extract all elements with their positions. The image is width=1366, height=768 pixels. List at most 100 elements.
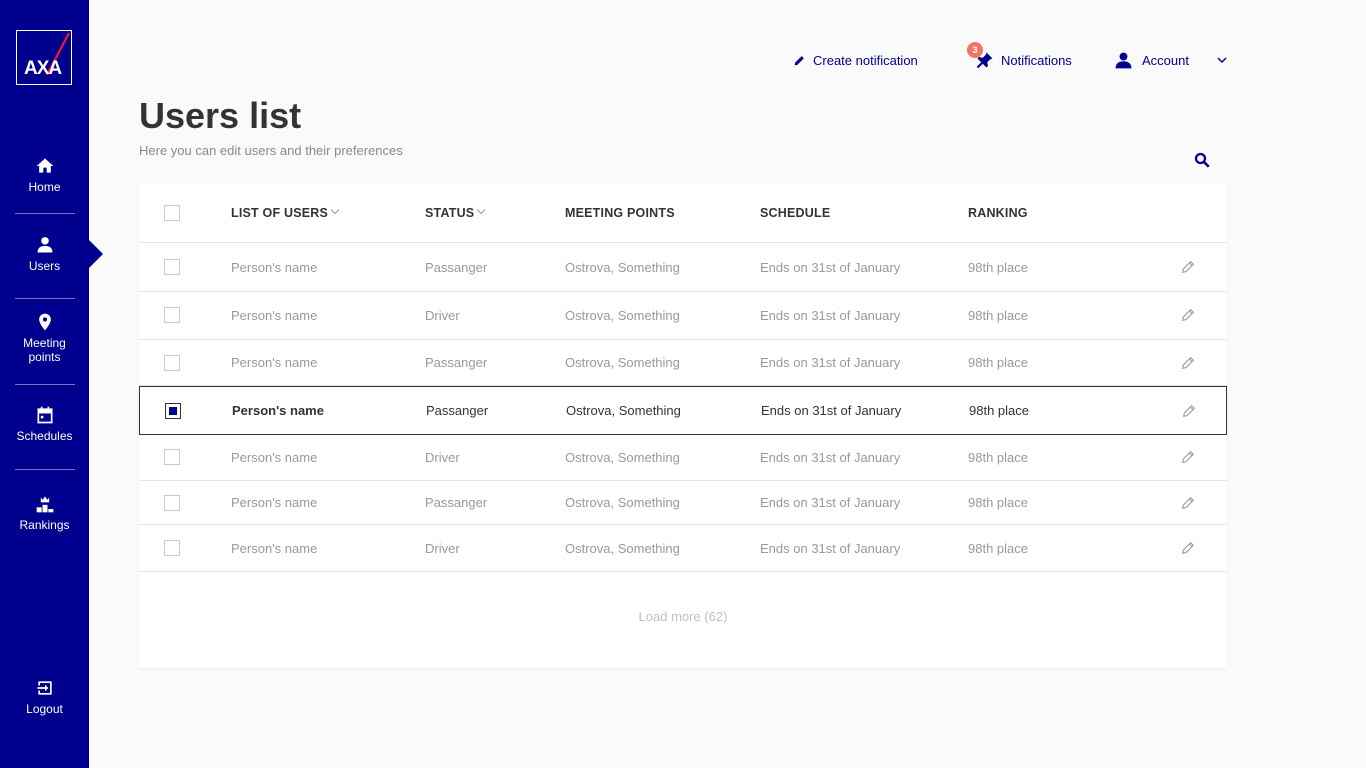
sidebar-item-label: Rankings [19,518,70,532]
user-icon [37,237,52,253]
user-name: Person's name [231,307,318,323]
sidebar-item-rankings[interactable]: Rankings [0,494,89,532]
edit-pencil-icon[interactable] [1180,495,1196,511]
location-pin-icon [38,313,51,331]
account-label: Account [1142,52,1189,68]
sidebar-item-home[interactable]: Home [0,156,89,194]
page-title: Users list [139,95,302,136]
select-all-checkbox[interactable] [164,204,180,221]
user-status: Passanger [425,495,488,510]
user-name: Person's name [232,403,324,418]
user-schedule: Ends on 31st of January [760,449,901,465]
user-name: Person's name [231,449,318,465]
column-header-status[interactable]: STATUS [425,183,486,242]
table-row[interactable]: Person's name Passanger Ostrova, Something… [139,481,1227,525]
row-checkbox[interactable] [165,402,181,419]
edit-pencil-icon[interactable] [1180,449,1196,465]
row-checkbox[interactable] [164,494,180,511]
notifications-count-badge: 3 [967,42,983,58]
logout-label: Logout [26,702,63,716]
account-user-icon [1115,52,1132,68]
calendar-icon [37,406,52,424]
table-row[interactable]: Person's name Passanger Ostrova, Something… [139,243,1227,292]
user-status: Passanger [425,259,488,275]
sidebar-item-schedules[interactable]: Schedules [0,405,89,443]
user-name: Person's name [231,355,318,370]
table-header: LIST OF USERS STATUS MEETING POINTS SCHE… [139,183,1227,243]
sort-chevron-icon[interactable] [330,205,340,214]
sidebar-divider [15,469,75,470]
column-header-meeting-points: MEETING POINTS [565,205,675,220]
table-row[interactable]: Person's name Driver Ostrova, Something End… [139,291,1227,340]
sidebar-divider [15,384,75,385]
user-status: Driver [425,449,460,465]
user-schedule: Ends on 31st of January [760,495,901,510]
sidebar-item-label: Schedules [16,429,73,443]
edit-pencil-icon[interactable] [1181,403,1197,419]
user-meeting-point: Ostrova, Something [565,449,680,465]
chevron-down-icon [1217,57,1227,64]
podium-icon [36,496,53,513]
sidebar-item-meeting-points[interactable]: Meeting points [0,312,89,364]
notifications-button[interactable]: 3 Notifications [967,42,1072,72]
user-meeting-point: Ostrova, Something [565,355,680,370]
column-header-ranking: RANKING [968,205,1028,220]
user-ranking: 98th place [968,449,1028,465]
user-schedule: Ends on 31st of January [760,355,901,370]
create-notification-button[interactable]: Create notification [793,48,918,72]
user-name: Person's name [231,540,318,556]
account-menu-button[interactable]: Account [1114,48,1228,72]
user-schedule: Ends on 31st of January [760,259,901,275]
load-more-button[interactable]: Load more (62) [139,609,1227,624]
user-ranking: 98th place [968,259,1028,275]
sidebar-divider [15,213,75,214]
column-header-label: STATUS [425,205,475,220]
sidebar-item-users[interactable]: Users [0,235,89,273]
home-icon [36,158,53,173]
user-ranking: 98th place [969,403,1029,418]
sidebar-item-label: Meeting points [23,336,66,364]
axa-logo[interactable]: AXA [16,30,72,85]
row-checkbox[interactable] [164,449,180,465]
row-checkbox[interactable] [164,259,180,275]
user-ranking: 98th place [968,355,1028,370]
active-indicator [89,240,103,268]
row-checkbox[interactable] [164,540,180,556]
sidebar: AXA Home Users Meeting points Schedules … [0,0,103,768]
table-row[interactable]: Person's name Passanger Ostrova, Something… [139,340,1227,386]
table-row[interactable]: Person's name Driver Ostrova, Something End… [139,525,1227,572]
column-header-users[interactable]: LIST OF USERS [231,183,340,242]
sidebar-item-label: Users [28,259,61,273]
sidebar-item-label: Home [28,180,61,194]
user-schedule: Ends on 31st of January [760,540,901,556]
user-schedule: Ends on 31st of January [760,307,901,323]
user-schedule: Ends on 31st of January [761,403,902,418]
table-row[interactable]: Person's name Driver Ostrova, Something End… [139,434,1227,481]
user-status: Passanger [425,355,488,370]
row-checkbox[interactable] [164,307,180,323]
row-checkbox[interactable] [164,354,180,371]
user-name: Person's name [231,259,318,275]
notifications-label: Notifications [1001,52,1072,68]
create-notification-label: Create notification [813,52,918,68]
user-status: Driver [425,540,460,556]
user-status: Passanger [426,403,489,418]
users-table: LIST OF USERS STATUS MEETING POINTS SCHE… [139,183,1227,668]
edit-pencil-icon[interactable] [1180,355,1196,371]
sidebar-divider [15,298,75,299]
user-meeting-point: Ostrova, Something [565,540,680,556]
user-meeting-point: Ostrova, Something [565,495,680,510]
search-icon[interactable] [1193,151,1211,169]
edit-pencil-icon[interactable] [1180,259,1196,275]
page-subtitle: Here you can edit users and their prefer… [139,143,403,158]
sort-chevron-icon[interactable] [477,205,486,214]
user-ranking: 98th place [968,540,1028,556]
table-row[interactable]: Person's name Passanger Ostrova, Something… [139,386,1227,435]
user-status: Driver [425,307,460,323]
user-ranking: 98th place [968,495,1028,510]
edit-pencil-icon[interactable] [1180,540,1196,556]
logout-button[interactable]: Logout [0,678,89,716]
logout-icon [37,681,52,695]
column-header-schedule: SCHEDULE [760,205,831,220]
edit-pencil-icon[interactable] [1180,307,1196,323]
